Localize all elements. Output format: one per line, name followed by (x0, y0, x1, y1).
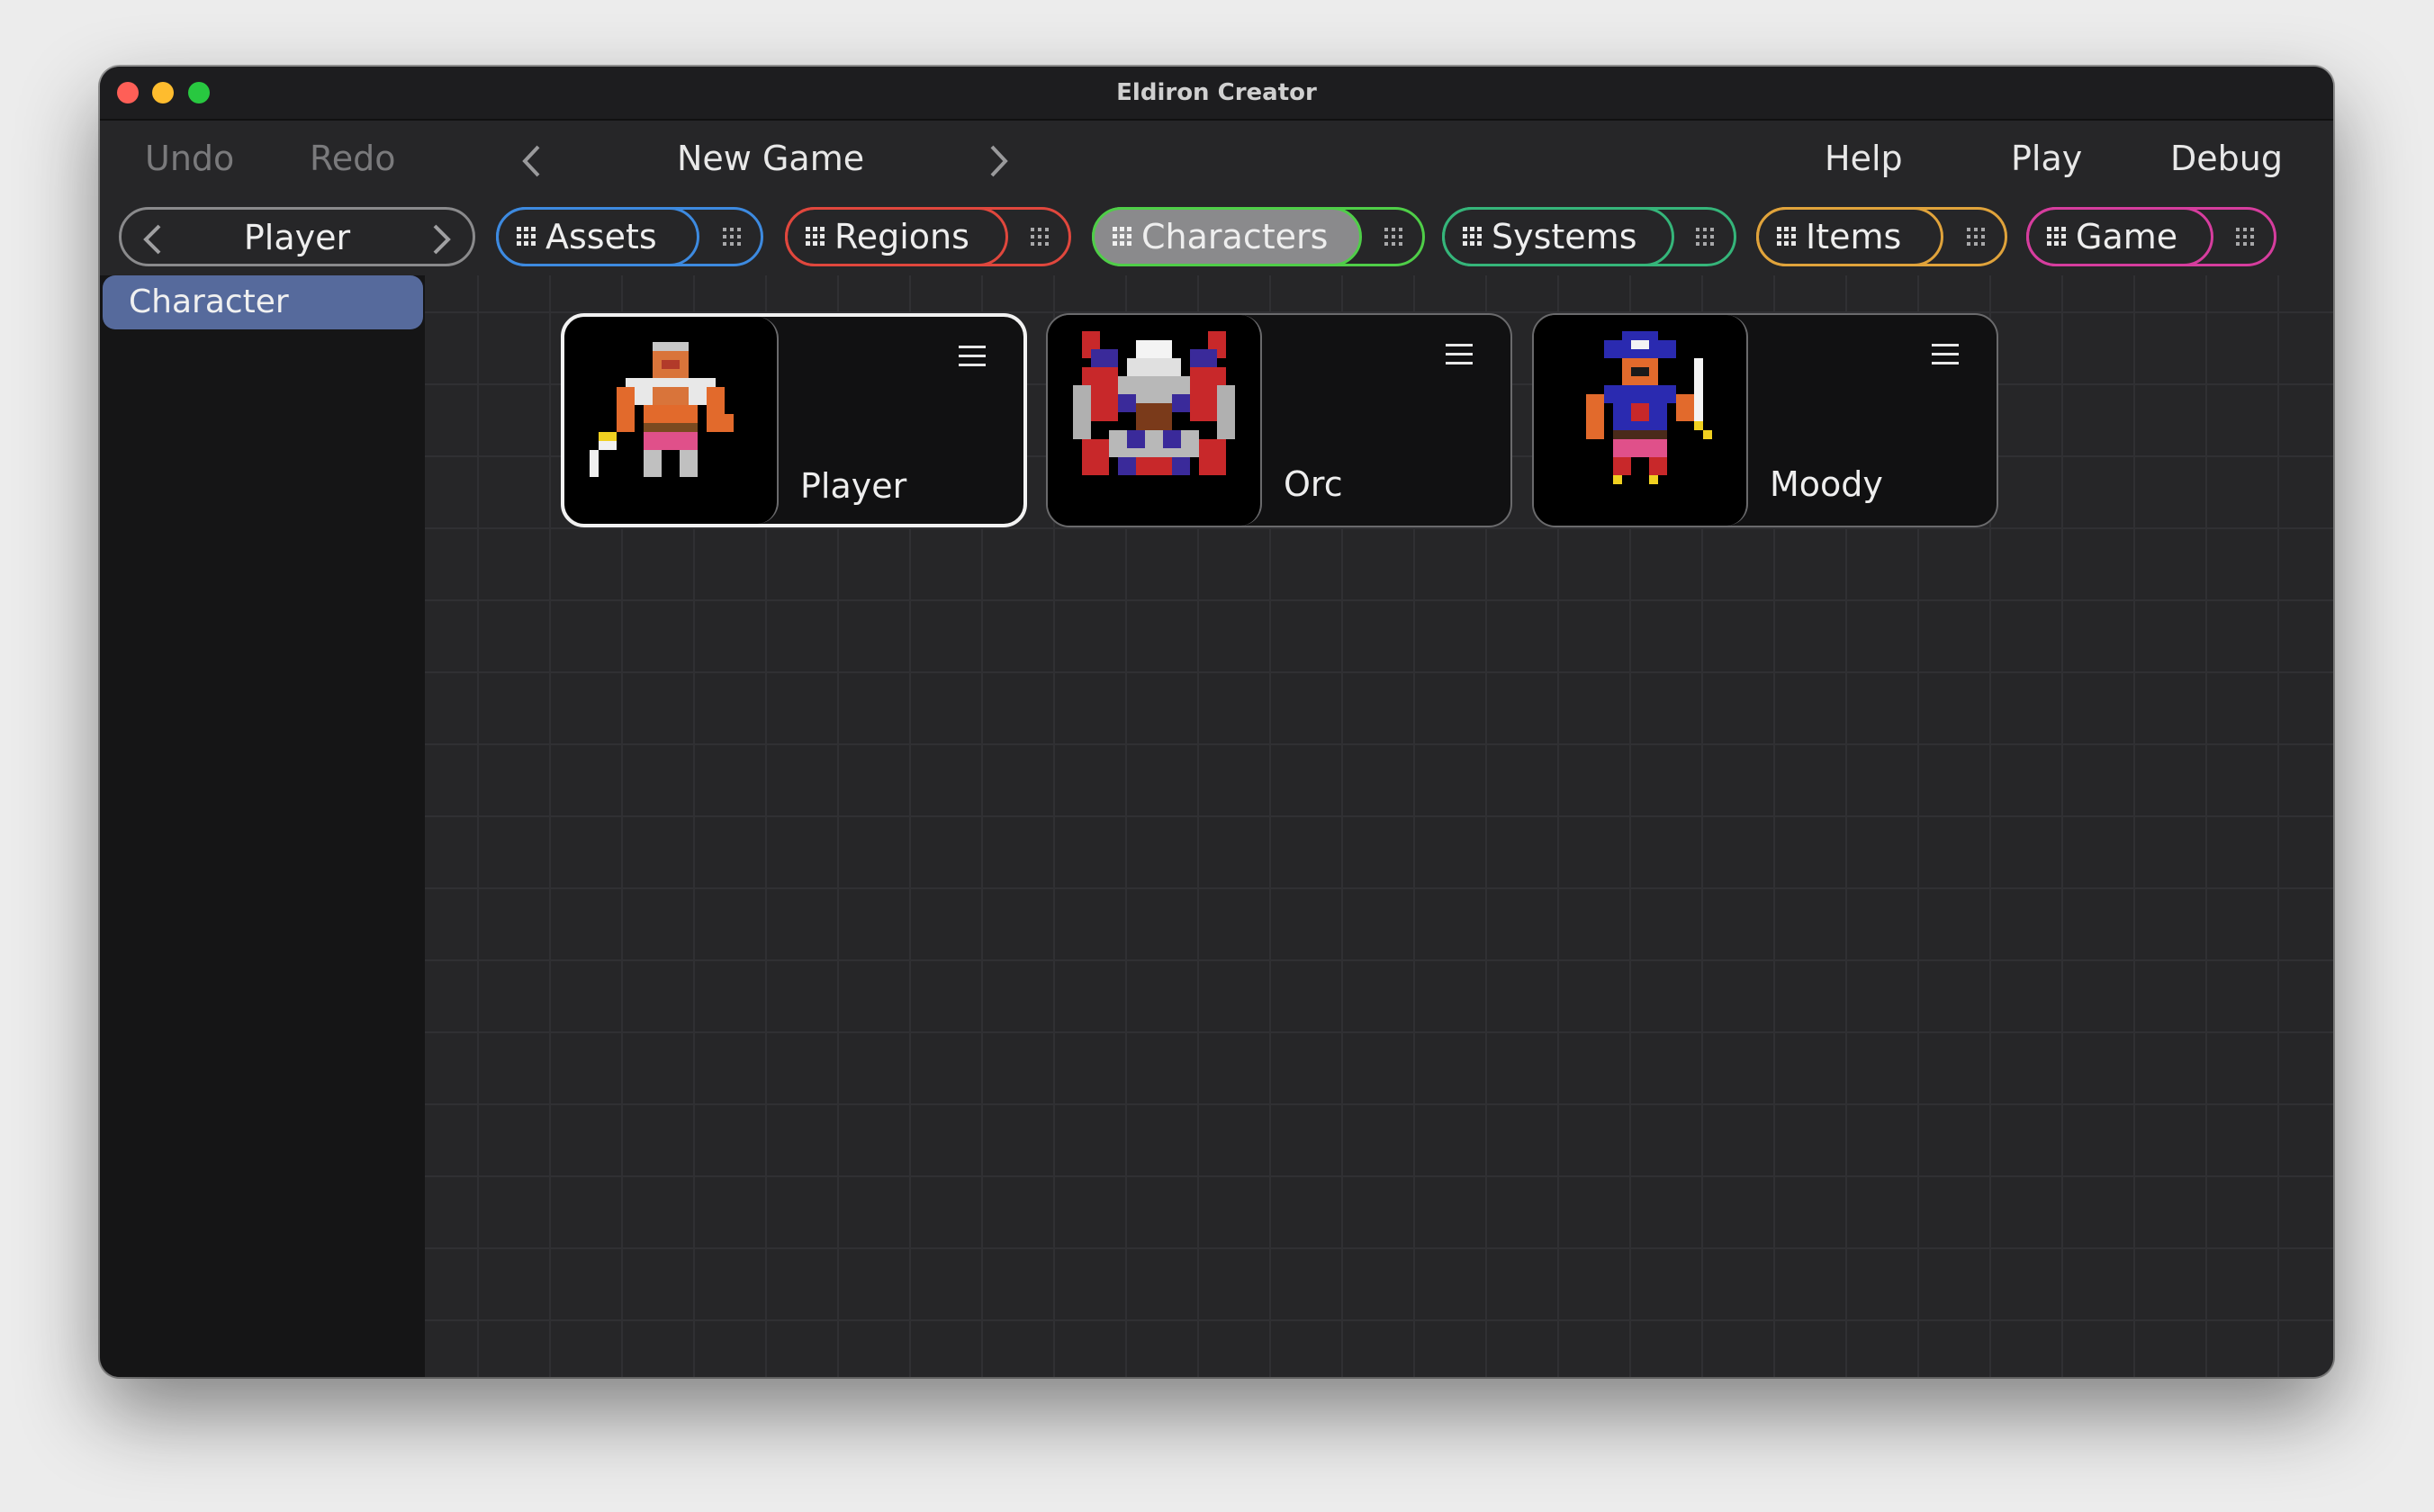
character-navigator: Player (119, 207, 475, 266)
toolbar: Undo Redo New Game Help Play Debug (100, 121, 2333, 202)
character-card-orc[interactable]: Orc (1046, 313, 1512, 527)
tab-characters-label: Characters (1141, 217, 1329, 256)
character-name: Orc (1284, 464, 1343, 504)
tab-characters-button[interactable]: Characters (1092, 207, 1362, 266)
card-menu-icon[interactable] (1930, 342, 1961, 367)
grid-icon (1113, 227, 1131, 246)
tab-regions-button[interactable]: Regions (785, 207, 1008, 266)
grid-icon (517, 227, 536, 246)
character-card-player[interactable]: Player (561, 313, 1027, 527)
tab-bar: Player Assets Regions Characters Systems… (100, 203, 2333, 275)
tab-characters[interactable]: Characters (1092, 207, 1425, 266)
character-name: Moody (1770, 464, 1883, 504)
tab-assets-label: Assets (545, 217, 657, 256)
undo-button[interactable]: Undo (145, 139, 234, 178)
project-name: New Game (677, 139, 865, 178)
tab-regions-label: Regions (834, 217, 969, 256)
tab-game-button[interactable]: Game (2026, 207, 2213, 266)
grid-icon (1777, 227, 1796, 246)
grid-icon (2047, 227, 2066, 246)
pirate-sprite-icon (1534, 315, 1748, 526)
help-button[interactable]: Help (1825, 139, 1903, 178)
app-window: Eldiron Creator Undo Redo New Game Help … (100, 67, 2333, 1377)
previous-project-chevron-left-icon[interactable] (520, 144, 544, 177)
game-grid-menu-icon[interactable] (2234, 226, 2258, 249)
tab-assets-button[interactable]: Assets (496, 207, 699, 266)
sidebar: Character (100, 275, 425, 1377)
next-project-chevron-right-icon[interactable] (987, 144, 1010, 177)
tab-assets[interactable]: Assets (496, 207, 763, 266)
next-character-chevron-right-icon[interactable] (429, 223, 453, 259)
debug-button[interactable]: Debug (2170, 139, 2283, 178)
regions-grid-menu-icon[interactable] (1029, 226, 1052, 249)
play-button[interactable]: Play (2011, 139, 2082, 178)
sidebar-item-character[interactable]: Character (103, 275, 423, 329)
current-character-label: Player (243, 218, 351, 257)
grid-icon (806, 227, 825, 246)
tab-items-button[interactable]: Items (1756, 207, 1943, 266)
characters-grid-menu-icon[interactable] (1383, 226, 1406, 249)
card-menu-icon[interactable] (957, 344, 987, 369)
assets-grid-menu-icon[interactable] (721, 226, 744, 249)
tab-regions[interactable]: Regions (785, 207, 1071, 266)
character-canvas[interactable]: Player Orc Moody (425, 275, 2333, 1377)
grid-icon (1463, 227, 1482, 246)
character-name: Player (800, 466, 907, 506)
orc-sprite-icon (1048, 315, 1262, 526)
tab-game[interactable]: Game (2026, 207, 2276, 266)
tab-items-label: Items (1806, 217, 1902, 256)
card-menu-icon[interactable] (1444, 342, 1474, 367)
tab-systems[interactable]: Systems (1442, 207, 1736, 266)
tab-systems-label: Systems (1492, 217, 1637, 256)
title-bar: Eldiron Creator (100, 67, 2333, 121)
character-card-moody[interactable]: Moody (1532, 313, 1998, 527)
systems-grid-menu-icon[interactable] (1694, 226, 1717, 249)
tab-items[interactable]: Items (1756, 207, 2007, 266)
redo-button[interactable]: Redo (310, 139, 395, 178)
window-title: Eldiron Creator (1116, 79, 1317, 106)
warrior-sprite-icon (564, 317, 779, 524)
items-grid-menu-icon[interactable] (1965, 226, 1988, 249)
tab-systems-button[interactable]: Systems (1442, 207, 1674, 266)
tab-game-label: Game (2076, 217, 2178, 256)
